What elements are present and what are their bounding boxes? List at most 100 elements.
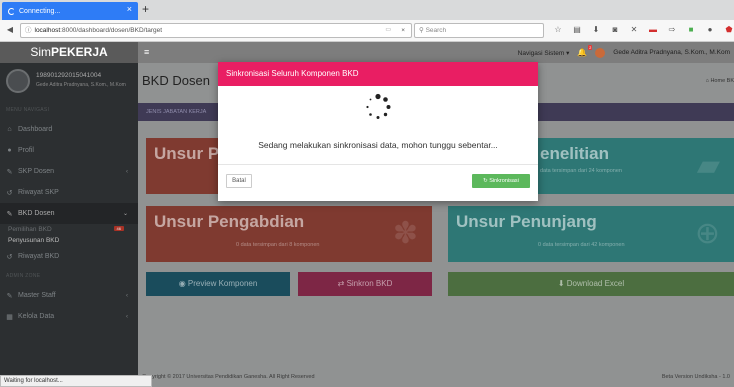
sidebar-item-profil[interactable]: ● Profil — [0, 140, 138, 161]
breadcrumb-next[interactable]: BK — [727, 78, 734, 84]
sidebar-subitem-pemilihan-bkd[interactable]: Pemilihan BKD 46 — [0, 224, 138, 235]
back-arrow-icon[interactable]: ◀ — [4, 24, 16, 36]
modal-message: Sedang melakukan sinkronisasi data, moho… — [258, 140, 498, 150]
refresh-icon: ↻ — [483, 178, 488, 184]
green-extension-icon[interactable]: ■ — [685, 24, 697, 36]
chevron-down-icon: ⌄ — [122, 211, 128, 217]
modal-divider — [218, 164, 538, 165]
sinkron-bkd-button[interactable]: ⇄ Sinkron BKD — [298, 272, 432, 296]
button-label: Sinkronisasi — [489, 178, 519, 184]
user-icon: ● — [7, 147, 12, 154]
bell-icon[interactable]: 🔔 2 — [577, 45, 593, 57]
sidebar-item-label: Kelola Data — [18, 313, 55, 320]
sinkronisasi-button[interactable]: ↻ Sinkronisasi — [472, 174, 530, 188]
breadcrumb: ⌂ Home BK — [706, 78, 734, 84]
top-bar: ≡ Navigasi Sistem ▾ 🔔 2 Gede Aditra Pradn… — [138, 42, 734, 63]
sidebar-item-kelola-data[interactable]: ▦ Kelola Data ‹ — [0, 306, 138, 327]
close-tab-icon[interactable]: × — [127, 4, 132, 14]
app-logo[interactable]: SimPEKERJA — [0, 42, 138, 63]
logo-prefix: Sim — [30, 45, 51, 59]
close-x-icon[interactable]: ✕ — [628, 24, 640, 36]
card-subtitle: data tersimpan dari 24 komponen — [540, 168, 622, 174]
cancel-button[interactable]: Batal — [226, 174, 252, 188]
sidebar-item-master-staff[interactable]: ✎ Master Staff ‹ — [0, 285, 138, 306]
browser-tab-bar: Connecting... × + — [0, 0, 734, 20]
browser-nav-bar: ◀ ⓘ localhost:8000/dashboard/dosen/BKD/ta… — [0, 20, 734, 42]
download-icon[interactable]: ⬇ — [590, 24, 602, 36]
button-label: Download Excel — [566, 279, 625, 288]
sidebar-item-riwayat-bkd[interactable]: ↺ Riwayat BKD — [0, 246, 138, 267]
search-input[interactable]: ⚲ Search — [414, 23, 544, 38]
page-title: BKD Dosen — [142, 73, 210, 88]
card-penunjang[interactable]: Unsur Penunjang 0 data tersimpan dari 42… — [448, 206, 734, 262]
chevron-down-icon: ▾ — [566, 49, 570, 57]
library-icon[interactable]: ▤ — [571, 24, 583, 36]
extension-icon[interactable]: ⇨ — [666, 24, 678, 36]
user-panel: 198901292015041004 Gede Aditra Pradnyana… — [0, 63, 138, 101]
sidebar-item-label: Master Staff — [18, 292, 56, 299]
bookmark-star-icon[interactable]: ☆ — [552, 24, 564, 36]
sync-icon: ⇄ — [337, 279, 345, 288]
sidebar-subitem-label: Pemilihan BKD — [8, 226, 52, 233]
sidebar-item-bkd-dosen[interactable]: ✎ BKD Dosen ⌄ — [0, 203, 138, 224]
chevron-left-icon: ‹ — [126, 313, 128, 320]
sidebar-item-label: SKP Dosen — [18, 168, 55, 175]
new-tab-icon[interactable]: + — [142, 2, 149, 16]
stop-loading-icon[interactable]: × — [401, 24, 405, 37]
top-user-name[interactable]: Gede Aditra Pradnyana, S.Kom., M.Kom — [613, 49, 730, 56]
sidebar-item-label: Riwayat SKP — [18, 189, 59, 196]
book-icon: ▰ — [696, 149, 720, 182]
pocket-icon[interactable]: ◙ — [609, 24, 621, 36]
search-icon: ⚲ — [419, 27, 424, 34]
card-title: enelitian — [540, 144, 609, 163]
url-path: :8000/dashboard/dosen/BKD/target — [60, 27, 163, 34]
breadcrumb-home[interactable]: Home — [710, 78, 725, 84]
sidebar-subitem-penyusunan-bkd[interactable]: Penyusunan BKD — [0, 235, 138, 246]
browser-tab[interactable]: Connecting... × — [2, 2, 138, 20]
user-nip: 198901292015041004 — [36, 72, 102, 79]
avatar[interactable] — [595, 47, 606, 58]
speech-bubble-icon[interactable]: ● — [704, 24, 716, 36]
notification-badge: 2 — [588, 45, 593, 50]
chevron-left-icon: ‹ — [126, 168, 128, 175]
sidebar-item-label: Profil — [18, 147, 34, 154]
sync-modal: Sinkronisasi Seluruh Komponen BKD Sedang… — [218, 62, 538, 201]
url-bar[interactable]: ⓘ localhost:8000/dashboard/dosen/BKD/targ… — [20, 23, 412, 38]
info-icon[interactable]: ⓘ — [25, 27, 32, 34]
card-title: Unsur Pengabdian — [154, 212, 305, 231]
reader-view-icon[interactable]: ▭ — [385, 24, 391, 37]
sidebar-avatar — [6, 69, 30, 93]
tab-title: Connecting... — [19, 7, 61, 15]
sidebar-subitem-label: Penyusunan BKD — [8, 237, 60, 244]
logo-bold: PEKERJA — [50, 45, 108, 59]
loading-spinner-icon — [366, 93, 391, 119]
sidebar: 198901292015041004 Gede Aditra Pradnyana… — [0, 63, 138, 387]
sidebar-item-riwayat-skp[interactable]: ↺ Riwayat SKP — [0, 182, 138, 203]
button-label: Sinkron BKD — [346, 279, 393, 288]
chevron-left-icon: ‹ — [126, 292, 128, 299]
toolbar-icons: ☆ ▤ ⬇ ◙ ✕ ▬ ⇨ ■ ● ⬟ ≡ — [552, 24, 734, 36]
footer: Copyright © 2017 Universitas Pendidikan … — [138, 367, 734, 387]
card-pengabdian[interactable]: Unsur Pengabdian 0 data tersimpan dari 8… — [146, 206, 432, 262]
home-icon: ⌂ — [705, 78, 709, 84]
paw-icon: ✽ — [392, 217, 418, 250]
flag-icon[interactable]: ▬ — [647, 24, 659, 36]
card-subtitle: 0 data tersimpan dari 8 komponen — [236, 242, 320, 248]
footer-version: Beta Version Undiksha - 1.0 — [661, 374, 730, 380]
download-excel-button[interactable]: ⬇ Download Excel — [448, 272, 734, 296]
nav-header-admin: ADMIN ZONE — [6, 273, 41, 279]
shield-icon[interactable]: ⬟ — [723, 24, 734, 36]
table-icon: ▦ — [6, 313, 13, 321]
home-icon: ⌂ — [7, 126, 12, 133]
count-badge: 46 — [113, 226, 124, 231]
top-bar-right: Navigasi Sistem ▾ 🔔 2 Gede Aditra Pradnya… — [518, 42, 734, 63]
role-dropdown[interactable]: Navigasi Sistem ▾ — [518, 49, 570, 57]
preview-komponen-button[interactable]: ◉ Preview Komponen — [146, 272, 290, 296]
sidebar-item-skp-dosen[interactable]: ✎ SKP Dosen ‹ — [0, 161, 138, 182]
sidebar-item-dashboard[interactable]: ⌂ Dashboard — [0, 119, 138, 140]
download-icon: ⬇ — [557, 279, 565, 288]
button-label: Preview Komponen — [187, 279, 258, 288]
card-subtitle: 0 data tersimpan dari 42 komponen — [538, 242, 625, 248]
edit-icon: ✎ — [6, 168, 13, 176]
hamburger-menu-icon[interactable]: ≡ — [144, 47, 149, 57]
